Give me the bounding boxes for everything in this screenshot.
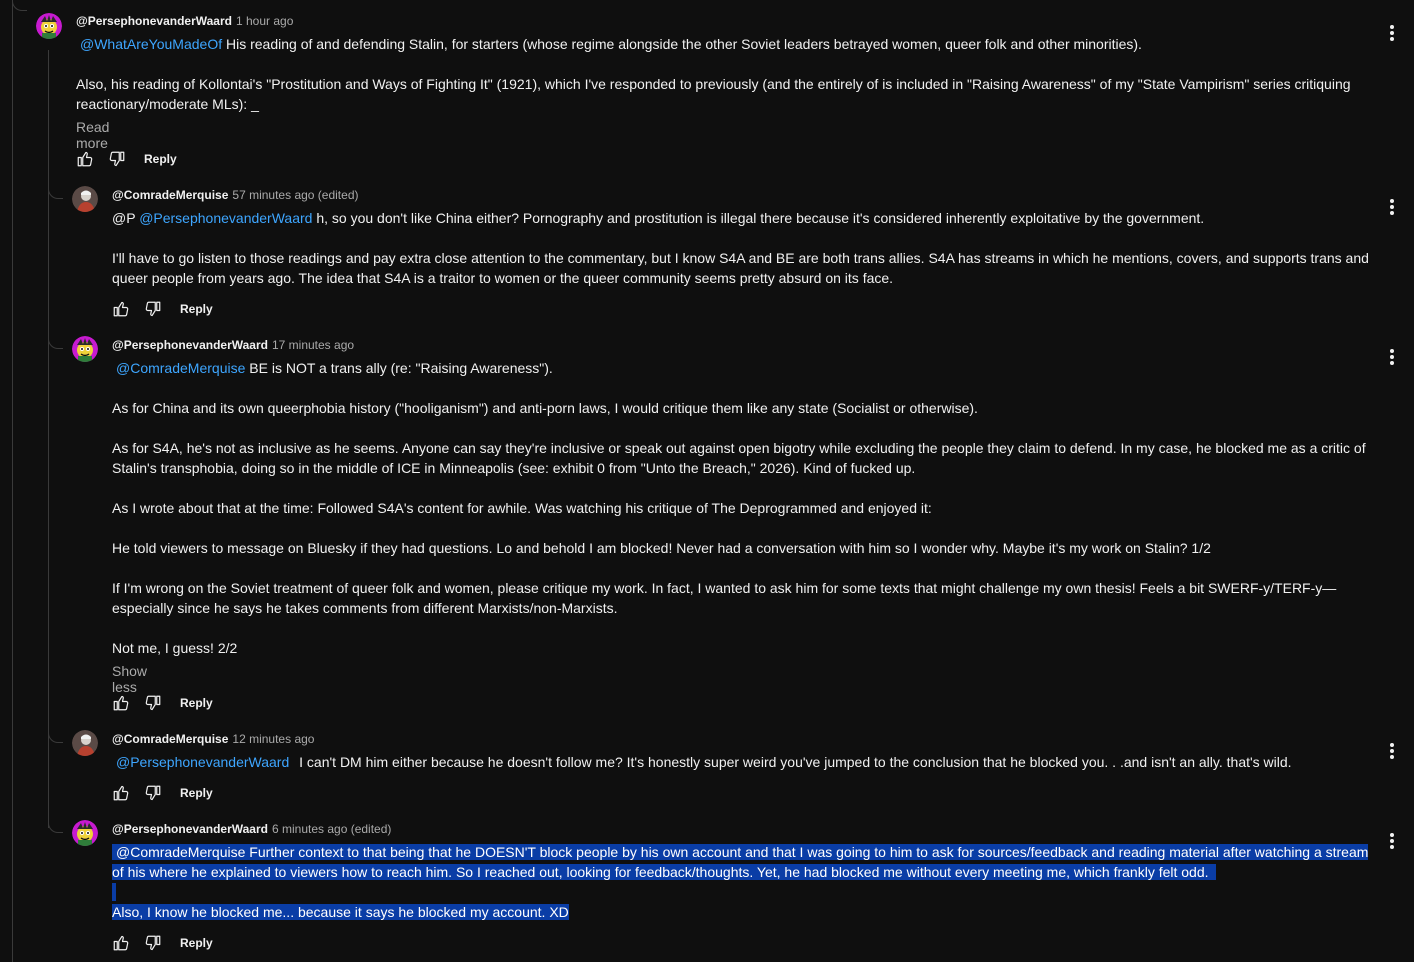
dislike-icon[interactable] xyxy=(108,150,126,168)
comment-text: As for China and its own queerphobia his… xyxy=(112,400,978,416)
selected-comment-text: Further context to that being that he DO… xyxy=(249,844,1369,860)
like-icon[interactable] xyxy=(76,150,94,168)
show-less-link[interactable]: Show less xyxy=(112,663,147,695)
timestamp[interactable]: 12 minutes ago xyxy=(232,732,314,746)
dislike-icon[interactable] xyxy=(144,300,162,318)
timestamp[interactable]: 6 minutes ago (edited) xyxy=(272,822,391,836)
timestamp[interactable]: 1 hour ago xyxy=(236,14,293,28)
comment-actions: Reply xyxy=(112,783,213,803)
author-name[interactable]: @ComradeMerquise xyxy=(112,732,228,746)
comment-body: @WhatAreYouMadeOf His reading of and def… xyxy=(76,34,1366,114)
comment-text: Not me, I guess! 2/2 xyxy=(112,640,238,656)
more-actions-icon[interactable] xyxy=(1389,25,1395,43)
mention-link[interactable]: @PersephonevanderWaard xyxy=(116,754,289,770)
author-name[interactable]: @PersephonevanderWaard xyxy=(112,338,268,352)
author-name[interactable]: @ComradeMerquise xyxy=(112,188,228,202)
mention-link[interactable]: @PersephonevanderWaard xyxy=(139,210,312,226)
comment-body: @ComradeMerquise Further context to that… xyxy=(112,842,1374,922)
read-more-link[interactable]: Read more xyxy=(76,119,109,151)
like-icon[interactable] xyxy=(112,934,130,952)
mention-link[interactable]: @WhatAreYouMadeOf xyxy=(80,36,222,52)
author-name[interactable]: @PersephonevanderWaard xyxy=(76,14,232,28)
comment-text: As for S4A, he's not as inclusive as he … xyxy=(112,440,1366,476)
comment-header: @ComradeMerquise 57 minutes ago (edited) xyxy=(112,186,358,204)
selected-comment-text: Also, I know he blocked me... because it… xyxy=(112,904,569,920)
comment-body: @PersephonevanderWaard I can't DM him ei… xyxy=(112,752,1374,772)
reply-thread-line xyxy=(48,50,49,828)
reply-button[interactable]: Reply xyxy=(180,786,213,800)
dislike-icon[interactable] xyxy=(144,784,162,802)
comment-actions: Reply xyxy=(112,299,213,319)
author-name[interactable]: @PersephonevanderWaard xyxy=(112,822,268,836)
like-icon[interactable] xyxy=(112,694,130,712)
reply-connector xyxy=(48,188,63,199)
comment-header: @PersephonevanderWaard 1 hour ago xyxy=(76,12,293,30)
avatar[interactable] xyxy=(72,336,98,362)
comment-text: If I'm wrong on the Soviet treatment of … xyxy=(112,580,1337,616)
reply-button[interactable]: Reply xyxy=(180,936,213,950)
selection-gap xyxy=(112,883,116,901)
avatar[interactable] xyxy=(72,820,98,846)
mention-link[interactable]: @ComradeMerquise xyxy=(116,360,245,376)
more-actions-icon[interactable] xyxy=(1389,199,1395,217)
like-icon[interactable] xyxy=(112,300,130,318)
comment-text: Also, his reading of Kollontai's "Prosti… xyxy=(76,76,1351,112)
dislike-icon[interactable] xyxy=(144,934,162,952)
comment-text: He told viewers to message on Bluesky if… xyxy=(112,540,1211,556)
avatar[interactable] xyxy=(36,13,62,39)
comment-body: @ComradeMerquise BE is NOT a trans ally … xyxy=(112,358,1374,658)
reply-button[interactable]: Reply xyxy=(180,696,213,710)
comment-text: h, so you don't like China either? Porno… xyxy=(316,210,1205,226)
reply-button[interactable]: Reply xyxy=(180,302,213,316)
timestamp[interactable]: 17 minutes ago xyxy=(272,338,354,352)
reply-connector xyxy=(48,338,63,349)
comment-text: BE is NOT a trans ally (re: "Raising Awa… xyxy=(249,360,553,376)
comment-header: @PersephonevanderWaard 6 minutes ago (edi… xyxy=(112,820,391,838)
more-actions-icon[interactable] xyxy=(1389,349,1395,367)
comment-text: @P xyxy=(112,210,136,226)
comment-body: @P @PersephonevanderWaard h, so you don'… xyxy=(112,208,1374,288)
selected-comment-text: of his where he explained to viewers how… xyxy=(112,864,1209,880)
reply-connector xyxy=(48,732,63,743)
comment-text: As I wrote about that at the time: Follo… xyxy=(112,500,932,516)
avatar[interactable] xyxy=(72,730,98,756)
like-icon[interactable] xyxy=(112,784,130,802)
comment-header: @ComradeMerquise 12 minutes ago xyxy=(112,730,314,748)
comment-actions: Reply xyxy=(112,933,213,953)
avatar[interactable] xyxy=(72,186,98,212)
reply-button[interactable]: Reply xyxy=(144,152,177,166)
comment-text: I can't DM him either because he doesn't… xyxy=(299,754,1292,770)
comment-actions: Reply xyxy=(112,693,213,713)
mention-link[interactable]: @ComradeMerquise xyxy=(112,844,246,860)
timestamp[interactable]: 57 minutes ago (edited) xyxy=(232,188,358,202)
comment-actions: Reply xyxy=(76,149,177,169)
more-actions-icon[interactable] xyxy=(1389,833,1395,851)
thread-line xyxy=(12,0,13,962)
comment-header: @PersephonevanderWaard 17 minutes ago xyxy=(112,336,354,354)
comment-text: His reading of and defending Stalin, for… xyxy=(226,36,1142,52)
dislike-icon[interactable] xyxy=(144,694,162,712)
comment-text: I'll have to go listen to those readings… xyxy=(112,250,1369,286)
thread-connector xyxy=(12,0,27,11)
more-actions-icon[interactable] xyxy=(1389,743,1395,761)
reply-connector xyxy=(48,822,63,833)
